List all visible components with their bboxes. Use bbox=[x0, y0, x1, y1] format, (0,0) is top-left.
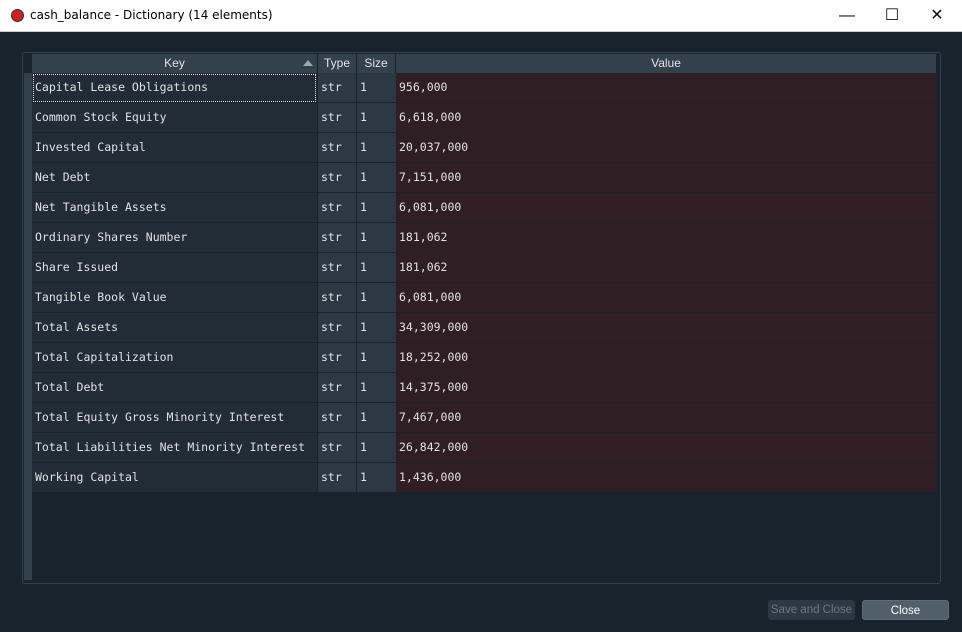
size-cell[interactable]: 1 bbox=[357, 223, 396, 253]
type-cell[interactable]: str bbox=[318, 103, 356, 133]
size-cell[interactable]: 1 bbox=[357, 283, 396, 313]
size-cell[interactable]: 1 bbox=[357, 313, 396, 343]
window-title: cash_balance - Dictionary (14 elements) bbox=[30, 8, 273, 22]
close-window-button[interactable]: ✕ bbox=[914, 0, 960, 31]
table-row[interactable]: Share Issued str 1 181,062 bbox=[32, 253, 937, 283]
column-header-key[interactable]: Key bbox=[32, 54, 318, 73]
key-cell[interactable]: Net Debt bbox=[32, 163, 317, 193]
row-header-bar bbox=[24, 73, 32, 580]
value-cell[interactable]: 6,618,000 bbox=[396, 103, 937, 133]
key-cell[interactable]: Total Debt bbox=[32, 373, 317, 403]
column-header-type[interactable]: Type bbox=[318, 54, 357, 73]
table-row[interactable]: Total Equity Gross Minority Interest str 1… bbox=[32, 403, 937, 433]
type-cell[interactable]: str bbox=[318, 403, 356, 433]
size-cell[interactable]: 1 bbox=[357, 433, 396, 463]
key-cell[interactable]: Share Issued bbox=[32, 253, 317, 283]
minimize-button[interactable]: — bbox=[824, 0, 870, 31]
size-cell[interactable]: 1 bbox=[357, 103, 396, 133]
key-cell[interactable]: Total Assets bbox=[32, 313, 317, 343]
size-cell[interactable]: 1 bbox=[357, 373, 396, 403]
size-cell[interactable]: 1 bbox=[357, 163, 396, 193]
table-row[interactable]: Capital Lease Obligations str 1 956,000 bbox=[32, 73, 937, 103]
table-row[interactable]: Total Assets str 1 34,309,000 bbox=[32, 313, 937, 343]
column-header-value[interactable]: Value bbox=[396, 54, 937, 73]
type-cell[interactable]: str bbox=[318, 313, 356, 343]
value-cell[interactable]: 7,151,000 bbox=[396, 163, 937, 193]
type-cell[interactable]: str bbox=[318, 463, 356, 493]
value-cell[interactable]: 1,436,000 bbox=[396, 463, 937, 493]
value-cell[interactable]: 181,062 bbox=[396, 223, 937, 253]
value-cell[interactable]: 26,842,000 bbox=[396, 433, 937, 463]
table-row[interactable]: Total Debt str 1 14,375,000 bbox=[32, 373, 937, 403]
size-cell[interactable]: 1 bbox=[357, 133, 396, 163]
type-cell[interactable]: str bbox=[318, 373, 356, 403]
size-cell[interactable]: 1 bbox=[357, 343, 396, 373]
value-cell[interactable]: 14,375,000 bbox=[396, 373, 937, 403]
maximize-button[interactable]: ☐ bbox=[869, 0, 915, 31]
type-cell[interactable]: str bbox=[318, 253, 356, 283]
table-row[interactable]: Net Debt str 1 7,151,000 bbox=[32, 163, 937, 193]
key-cell[interactable]: Ordinary Shares Number bbox=[32, 223, 317, 253]
table-row[interactable]: Common Stock Equity str 1 6,618,000 bbox=[32, 103, 937, 133]
table-row[interactable]: Total Liabilities Net Minority Interest s… bbox=[32, 433, 937, 463]
type-cell[interactable]: str bbox=[318, 163, 356, 193]
value-cell[interactable]: 956,000 bbox=[396, 73, 937, 103]
table-row[interactable]: Invested Capital str 1 20,037,000 bbox=[32, 133, 937, 163]
table-row[interactable]: Net Tangible Assets str 1 6,081,000 bbox=[32, 193, 937, 223]
table-row[interactable]: Tangible Book Value str 1 6,081,000 bbox=[32, 283, 937, 313]
size-cell[interactable]: 1 bbox=[357, 193, 396, 223]
type-cell[interactable]: str bbox=[318, 283, 356, 313]
key-cell[interactable]: Invested Capital bbox=[32, 133, 317, 163]
column-header-size[interactable]: Size bbox=[357, 54, 396, 73]
size-cell[interactable]: 1 bbox=[357, 73, 396, 103]
size-cell[interactable]: 1 bbox=[357, 403, 396, 433]
type-cell[interactable]: str bbox=[318, 343, 356, 373]
type-cell[interactable]: str bbox=[318, 223, 356, 253]
key-cell[interactable]: Total Liabilities Net Minority Interest bbox=[32, 433, 317, 463]
table-row[interactable]: Working Capital str 1 1,436,000 bbox=[32, 463, 937, 493]
type-cell[interactable]: str bbox=[318, 433, 356, 463]
value-cell[interactable]: 6,081,000 bbox=[396, 283, 937, 313]
type-cell[interactable]: str bbox=[318, 73, 356, 103]
table-row[interactable]: Total Capitalization str 1 18,252,000 bbox=[32, 343, 937, 373]
value-cell[interactable]: 181,062 bbox=[396, 253, 937, 283]
value-cell[interactable]: 6,081,000 bbox=[396, 193, 937, 223]
save-and-close-button[interactable]: Save and Close bbox=[768, 600, 855, 620]
table-row[interactable]: Ordinary Shares Number str 1 181,062 bbox=[32, 223, 937, 253]
key-cell[interactable]: Working Capital bbox=[32, 463, 317, 493]
type-cell[interactable]: str bbox=[318, 133, 356, 163]
key-header-label: Key bbox=[164, 56, 185, 70]
size-cell[interactable]: 1 bbox=[357, 463, 396, 493]
type-cell[interactable]: str bbox=[318, 193, 356, 223]
key-cell[interactable]: Tangible Book Value bbox=[32, 283, 317, 313]
key-cell[interactable]: Capital Lease Obligations bbox=[32, 73, 317, 103]
key-cell[interactable]: Total Equity Gross Minority Interest bbox=[32, 403, 317, 433]
value-cell[interactable]: 34,309,000 bbox=[396, 313, 937, 343]
key-cell[interactable]: Total Capitalization bbox=[32, 343, 317, 373]
sort-ascending-icon bbox=[303, 60, 313, 66]
app-icon bbox=[11, 9, 24, 22]
key-cell[interactable]: Net Tangible Assets bbox=[32, 193, 317, 223]
value-cell[interactable]: 18,252,000 bbox=[396, 343, 937, 373]
size-cell[interactable]: 1 bbox=[357, 253, 396, 283]
value-cell[interactable]: 7,467,000 bbox=[396, 403, 937, 433]
key-cell[interactable]: Common Stock Equity bbox=[32, 103, 317, 133]
close-button[interactable]: Close bbox=[862, 600, 949, 620]
title-bar: cash_balance - Dictionary (14 elements) … bbox=[0, 0, 962, 32]
value-cell[interactable]: 20,037,000 bbox=[396, 133, 937, 163]
